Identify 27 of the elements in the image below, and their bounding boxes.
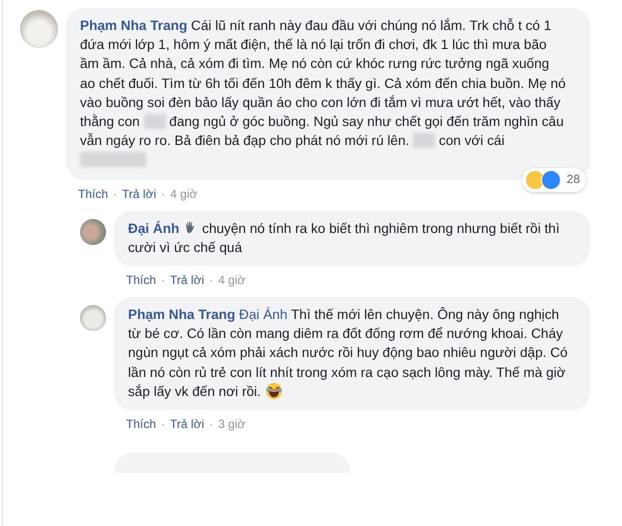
action-link[interactable]: Thích [78, 186, 108, 201]
author-name[interactable]: Đại Ánh [128, 220, 180, 236]
action-link[interactable]: Trả lời [170, 417, 204, 432]
reaction-count[interactable]: 28 [522, 168, 586, 192]
separator-dot: · [161, 186, 166, 201]
separator-dot: · [113, 186, 118, 201]
action-link[interactable]: Thích [126, 417, 156, 432]
author-name[interactable]: Phạm Nha Trang [80, 18, 188, 33]
author-name[interactable]: Phạm Nha Trang [128, 307, 236, 322]
action-link[interactable]: Thích [126, 273, 156, 288]
action-link[interactable]: Trả lời [122, 186, 156, 201]
action-link[interactable]: Trả lời [170, 273, 204, 288]
comment-text: Phạm Nha Trang Cái lũ nít ranh này đau đầu với chúng nó lắm. Trk chỗ t có 1 đứa mới lớp 1, hôm ý mất điện, thế là nó lại trốn đi chơi, đk 1 lúc thì mưa bão ầm ầm. Cả nhà, cả xóm đi tìm. Mẹ nó còn cứ khóc rưng rức tưởng ngã xuống ao chết đuối. Tìm từ 6h tối đến 10h đêm k thấy gì. Cả xóm đến chia buồn. Mẹ nó vào buồng soi đèn bảo lấy quần áo cho con lớn đi tắm vì mưa ướt hết, vào thấy thằng con đang ngủ ở góc buồng. Ngủ say như chết gọi đến trăm nghìn câu vẫn ngáy ro ro. Bả điên bả đạp cho phát nó mới rú lên. con với cái [80, 16, 568, 170]
separator-dot: · [161, 273, 166, 288]
avatar-photo[interactable] [20, 10, 58, 48]
laughing-emoji-icon [264, 382, 283, 400]
mention-link[interactable]: Đại Ánh [239, 307, 288, 322]
avatar-photo[interactable] [80, 218, 106, 245]
comment-text: Phạm Nha Trang Đại Ánh Thì thế mới lên chuyện. Ông này ông nghịch từ bé cơ. Có lần còn mang diêm ra đốt đống rơm để nướng khoai. Cháy ngùn ngụt cả xóm phải xách nước rồi huy động bao nhiêu người dập. Có lần nó còn rủ trẻ con lít nhít trong xóm ra cạo sạch lông mày. Thế mà giờ sắp lấy vk đến nơi rồi. [128, 306, 568, 402]
avatar-photo[interactable] [80, 305, 106, 332]
separator-dot: · [161, 417, 166, 432]
separator-dot: · [209, 273, 214, 288]
separator-dot: · [209, 417, 214, 432]
blurred-redaction [144, 114, 166, 130]
blurred-redaction [80, 152, 146, 168]
comment-text: Đại Ánh chuyện nó tính ra ko biết thì nghiêm trong nhưng biết rồi thì cười vì ức chế quá [128, 218, 561, 257]
blurred-redaction [413, 133, 436, 148]
